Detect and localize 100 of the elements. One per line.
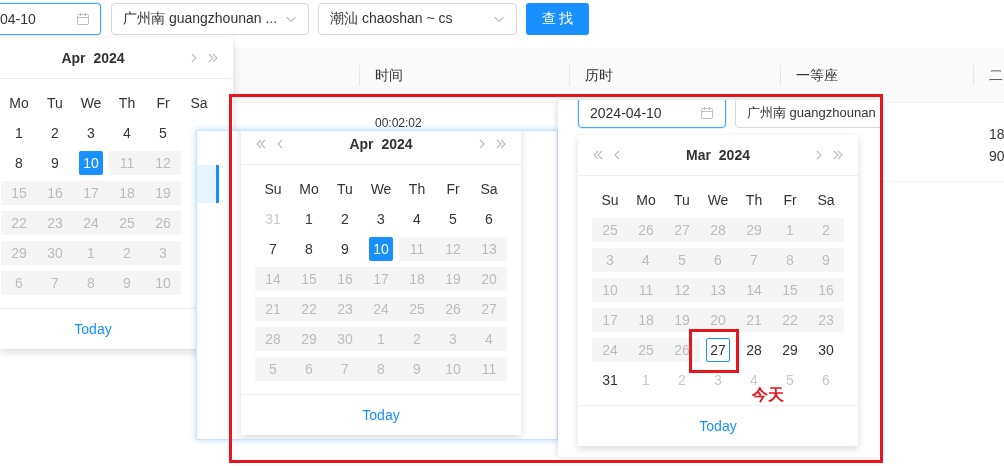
- date-cell[interactable]: 5: [151, 121, 175, 145]
- date-cell: 19: [435, 267, 471, 291]
- date-cell[interactable]: 8: [297, 237, 321, 261]
- date-cell: 25: [109, 211, 145, 235]
- weekday-label: Th: [117, 94, 137, 113]
- date-cell[interactable]: 31: [598, 368, 622, 392]
- date-cell: 28: [255, 327, 291, 351]
- weekday-label: Tu: [673, 191, 691, 210]
- date-cell: 7: [37, 271, 73, 295]
- date-cell: 30: [327, 327, 363, 351]
- weekday-label: Fr: [155, 94, 171, 113]
- date-cell[interactable]: 2: [333, 207, 357, 231]
- date-cell: 3: [435, 327, 471, 351]
- date-cell[interactable]: 9: [43, 151, 67, 175]
- date-cell[interactable]: 6: [477, 207, 501, 231]
- calendar-icon[interactable]: [700, 106, 714, 120]
- date-cell: 18: [399, 267, 435, 291]
- weekday-label: Su: [600, 191, 620, 210]
- date-cell: 8: [73, 271, 109, 295]
- date-cell: 9: [399, 357, 435, 381]
- calendar-icon[interactable]: [76, 12, 90, 26]
- date-cell: 11: [399, 237, 435, 261]
- date-cell: 7: [736, 248, 772, 272]
- date-cell: 27: [664, 218, 700, 242]
- date-cell[interactable]: 8: [7, 151, 31, 175]
- date-cell: 16: [327, 267, 363, 291]
- double-chevron-right-icon[interactable]: [832, 149, 844, 161]
- date-cell[interactable]: 1: [297, 207, 321, 231]
- weekday-label: We: [79, 94, 103, 113]
- date-cell[interactable]: 30: [814, 338, 838, 362]
- date-cell: 12: [435, 237, 471, 261]
- date-cell: 26: [664, 338, 700, 362]
- month-title[interactable]: Apr 2024: [61, 50, 125, 66]
- weekday-label: Th: [407, 180, 427, 199]
- double-chevron-right-icon[interactable]: [495, 138, 507, 150]
- double-chevron-right-icon[interactable]: [207, 52, 219, 64]
- weekday-label: Fr: [445, 180, 461, 199]
- weekday-label: We: [706, 191, 730, 210]
- date-cell: 27: [471, 297, 507, 321]
- station-select[interactable]: 潮汕 chaoshan ~ cs: [318, 3, 517, 35]
- table-cell-text: 18: [989, 125, 1004, 144]
- date-cell: 15: [1, 181, 37, 205]
- date-cell: 21: [255, 297, 291, 321]
- date-cell[interactable]: 4: [115, 121, 139, 145]
- date-field[interactable]: 04-10: [0, 3, 101, 35]
- date-cell: 9: [109, 271, 145, 295]
- date-cell: 26: [145, 211, 181, 235]
- station-select[interactable]: 广州南 guangzhounan: [735, 100, 880, 128]
- date-cell[interactable]: 29: [778, 338, 802, 362]
- date-cell: 1: [73, 241, 109, 265]
- date-cell: 3: [145, 241, 181, 265]
- date-cell: 26: [435, 297, 471, 321]
- column-header: 时间: [359, 48, 569, 102]
- date-cell: 22: [291, 297, 327, 321]
- date-cell: 30: [37, 241, 73, 265]
- weekday-label: Th: [744, 191, 764, 210]
- date-cell: 1: [363, 327, 399, 351]
- date-cell[interactable]: 3: [369, 207, 393, 231]
- weekday-label: Sa: [479, 180, 499, 199]
- date-cell: 11: [628, 278, 664, 302]
- double-chevron-left-icon[interactable]: [255, 138, 267, 150]
- date-cell: 24: [73, 211, 109, 235]
- weekday-label: Mo: [635, 191, 657, 210]
- column-header: 二: [973, 48, 1004, 102]
- date-cell[interactable]: 1: [7, 121, 31, 145]
- weekday-label: Tu: [46, 94, 64, 113]
- date-cell[interactable]: 27: [706, 338, 730, 362]
- month-title[interactable]: Apr 2024: [349, 136, 413, 152]
- date-cell: 11: [109, 151, 145, 175]
- date-cell: 16: [808, 278, 844, 302]
- date-cell: 25: [399, 297, 435, 321]
- date-cell[interactable]: 2: [43, 121, 67, 145]
- table-cell: 00:02:02: [375, 116, 422, 130]
- date-cell: 29: [736, 218, 772, 242]
- station-select[interactable]: 广州南 guangzhounan ...: [111, 3, 309, 35]
- date-cell: 6: [700, 248, 736, 272]
- date-cell[interactable]: 28: [742, 338, 766, 362]
- date-cell[interactable]: 9: [333, 237, 357, 261]
- date-field[interactable]: 2024-04-10: [578, 100, 726, 128]
- date-cell: 11: [471, 357, 507, 381]
- date-cell: 4: [628, 248, 664, 272]
- annotation-box: [689, 329, 739, 373]
- date-cell: 5: [255, 357, 291, 381]
- date-cell[interactable]: 5: [441, 207, 465, 231]
- row-highlight: [197, 165, 219, 203]
- date-cell: 18: [109, 181, 145, 205]
- double-chevron-left-icon[interactable]: [592, 149, 604, 161]
- date-cell: 24: [592, 338, 628, 362]
- date-cell: 15: [291, 267, 327, 291]
- date-cell[interactable]: 3: [79, 121, 103, 145]
- month-title[interactable]: Mar 2024: [686, 147, 750, 163]
- date-cell[interactable]: 7: [261, 237, 285, 261]
- date-cell[interactable]: 4: [405, 207, 429, 231]
- date-cell: 13: [700, 278, 736, 302]
- date-cell: 5: [664, 248, 700, 272]
- date-cell: 10: [592, 278, 628, 302]
- date-cell: 13: [471, 237, 507, 261]
- date-cell: 25: [628, 338, 664, 362]
- date-cell: 24: [363, 297, 399, 321]
- date-cell: 29: [291, 327, 327, 351]
